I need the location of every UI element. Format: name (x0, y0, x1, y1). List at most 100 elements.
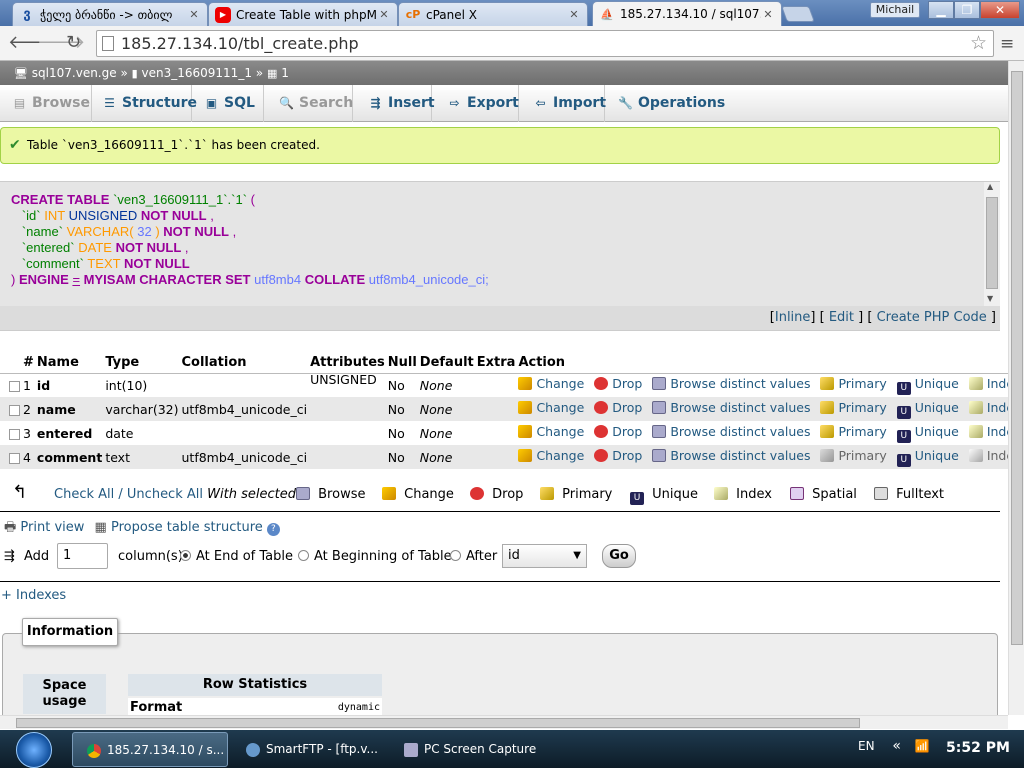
drop-action[interactable]: Drop (594, 424, 642, 439)
change-action[interactable]: Change (518, 376, 584, 391)
scroll-up-icon[interactable]: ▲ (987, 182, 993, 191)
row-name[interactable]: id (33, 373, 103, 397)
taskbar-item-screen-capture[interactable]: PC Screen Capture (390, 732, 546, 767)
primary-action[interactable]: Primary (820, 448, 887, 463)
sql-scrollbar[interactable]: ▲ ▼ (984, 182, 1000, 306)
tab-search[interactable]: 🔍 Search (277, 85, 353, 122)
bulk-spatial-button[interactable]: Spatial (790, 483, 857, 507)
breadcrumb-table[interactable]: 1 (281, 66, 289, 80)
bulk-change-button[interactable]: Change (382, 483, 454, 507)
go-button[interactable]: Go (602, 544, 636, 568)
start-button[interactable] (16, 732, 52, 768)
horizontal-scrollbar[interactable] (0, 715, 1008, 729)
header-type[interactable]: Type (102, 353, 179, 374)
row-name[interactable]: name (33, 397, 103, 421)
header-null[interactable]: Null (384, 353, 417, 374)
change-action[interactable]: Change (518, 448, 584, 463)
check-all-link[interactable]: Check All (54, 487, 114, 502)
at-beginning-radio[interactable] (298, 550, 309, 561)
vertical-scrollbar[interactable] (1008, 61, 1024, 715)
sql-scroll-thumb[interactable] (986, 197, 998, 289)
row-checkbox[interactable] (9, 428, 20, 440)
row-checkbox[interactable] (9, 380, 20, 392)
index-action[interactable]: Index (968, 424, 1008, 439)
help-icon[interactable]: ? (266, 523, 280, 536)
propose-table-structure-link[interactable]: Propose table structure (111, 520, 263, 535)
breadcrumb-server[interactable]: sql107.ven.ge (32, 66, 117, 80)
bulk-unique-button[interactable]: U Unique (630, 483, 698, 507)
tab-export[interactable]: ⇨ Export (445, 85, 519, 122)
tab-structure[interactable]: ☰ Structure (100, 85, 197, 122)
drop-action[interactable]: Drop (594, 448, 642, 463)
close-tab-icon[interactable]: ✕ (567, 8, 581, 21)
primary-action[interactable]: Primary (820, 376, 887, 391)
chrome-menu-icon[interactable]: ≡ (1000, 34, 1014, 54)
scroll-down-icon[interactable]: ▼ (987, 294, 993, 303)
tab-browse[interactable]: ▤ Browse (10, 85, 92, 122)
browser-tab-3[interactable]: cP cPanel X ✕ (398, 2, 588, 26)
unique-action[interactable]: U Unique (896, 376, 959, 395)
index-action[interactable]: Index (968, 448, 1008, 463)
create-php-code-link[interactable]: Create PHP Code (877, 310, 987, 325)
row-name[interactable]: entered (33, 421, 103, 445)
after-radio[interactable] (450, 550, 461, 561)
clock[interactable]: 5:52 PM (946, 740, 1010, 756)
header-collation[interactable]: Collation (178, 353, 308, 374)
close-tab-icon[interactable]: ✕ (377, 8, 391, 21)
uncheck-all-link[interactable]: Uncheck All (127, 487, 203, 502)
taskbar-item-smartftp[interactable]: SmartFTP - [ftp.v... (232, 732, 388, 767)
indexes-toggle[interactable]: + Indexes (1, 588, 66, 603)
browser-tab-4[interactable]: ⛵ 185.27.134.10 / sql107.v ✕ (592, 1, 782, 26)
drop-action[interactable]: Drop (594, 376, 642, 391)
bulk-index-button[interactable]: Index (714, 483, 772, 507)
bookmark-star-icon[interactable]: ☆ (970, 31, 987, 56)
at-end-radio[interactable] (180, 550, 191, 561)
after-field-select[interactable]: id ▼ (502, 544, 587, 568)
close-window-button[interactable]: ✕ (980, 1, 1020, 19)
tab-sql[interactable]: ▣ SQL (202, 85, 264, 122)
row-checkbox[interactable] (9, 452, 20, 464)
inline-link[interactable]: Inline (775, 310, 811, 325)
bulk-primary-button[interactable]: Primary (540, 483, 612, 507)
close-tab-icon[interactable]: ✕ (761, 8, 775, 21)
bulk-fulltext-button[interactable]: Fulltext (874, 483, 944, 507)
index-action[interactable]: Index (968, 400, 1008, 415)
change-action[interactable]: Change (518, 424, 584, 439)
language-indicator[interactable]: EN (858, 739, 875, 753)
tab-insert[interactable]: ⇶ Insert (366, 85, 435, 122)
index-action[interactable]: Index (968, 376, 1008, 391)
browse-distinct-action[interactable]: Browse distinct values (652, 424, 810, 439)
change-action[interactable]: Change (518, 400, 584, 415)
bulk-browse-button[interactable]: Browse (296, 483, 365, 507)
row-checkbox[interactable] (9, 404, 20, 416)
taskbar-item-chrome[interactable]: 185.27.134.10 / s... (72, 732, 228, 767)
at-end-option[interactable]: At End of Table (180, 543, 293, 571)
bulk-drop-button[interactable]: Drop (470, 483, 523, 507)
after-option[interactable]: After (450, 543, 497, 571)
new-tab-button[interactable] (781, 6, 815, 22)
header-name[interactable]: Name (33, 353, 103, 374)
header-default[interactable]: Default (416, 353, 474, 374)
browser-tab-1[interactable]: ვ ჭელე ბრანწი -> თბილ ✕ (12, 2, 208, 26)
address-bar[interactable]: 185.27.134.10/tbl_create.php ☆ (96, 30, 994, 57)
vertical-scroll-thumb[interactable] (1011, 71, 1023, 645)
unique-action[interactable]: U Unique (896, 448, 959, 467)
row-name[interactable]: comment (33, 445, 103, 469)
header-extra[interactable]: Extra (473, 353, 516, 374)
tab-operations[interactable]: 🔧 Operations (616, 85, 725, 122)
primary-action[interactable]: Primary (820, 424, 887, 439)
header-attributes[interactable]: Attributes (307, 353, 385, 374)
horizontal-scroll-thumb[interactable] (16, 718, 860, 728)
at-beginning-option[interactable]: At Beginning of Table (298, 543, 452, 571)
print-view-link[interactable]: Print view (20, 520, 84, 535)
close-tab-icon[interactable]: ✕ (187, 8, 201, 21)
browse-distinct-action[interactable]: Browse distinct values (652, 376, 810, 391)
column-count-input[interactable]: 1 (57, 543, 108, 569)
edit-link[interactable]: Edit (829, 310, 854, 325)
reload-icon[interactable]: ↻ (66, 34, 81, 52)
restore-button[interactable]: ❐ (954, 1, 980, 19)
browser-tab-2[interactable]: ▶ Create Table with phpMy ✕ (208, 2, 398, 26)
drop-action[interactable]: Drop (594, 400, 642, 415)
network-icon[interactable]: 📶 (915, 739, 930, 753)
breadcrumb-database[interactable]: ven3_16609111_1 (142, 66, 252, 80)
